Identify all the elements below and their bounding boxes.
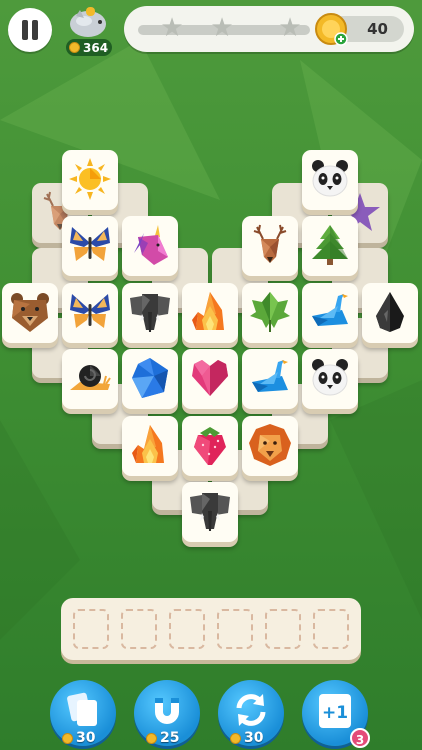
snail-icon [68, 356, 112, 400]
tile-bear[interactable] [2, 283, 58, 343]
strawberry-icon [188, 423, 232, 467]
flame-icon [188, 290, 232, 334]
star-icon: ★ [278, 13, 302, 43]
tile-flame[interactable] [182, 283, 238, 343]
coin-plus-icon[interactable] [314, 12, 348, 46]
tile-panda[interactable] [302, 349, 358, 409]
tile-panda[interactable] [302, 150, 358, 210]
heart-icon [188, 356, 232, 400]
level-progress-panel: ★ ★ ★ 40 [124, 6, 414, 52]
tile-deer[interactable] [242, 216, 298, 276]
flame-icon [128, 423, 172, 467]
tile-swan[interactable] [302, 283, 358, 343]
butterfly-icon [68, 290, 112, 334]
tile-butterfly[interactable] [62, 216, 118, 276]
shuffle-cards-button[interactable]: 30 [50, 680, 116, 746]
pine-tree-icon [308, 223, 352, 267]
piggy-coin-counter: 364 [66, 39, 112, 56]
magnet-icon [155, 698, 179, 724]
tile-swan[interactable] [242, 349, 298, 409]
coins-value: 40 [367, 20, 388, 38]
star-icon: ★ [210, 13, 234, 43]
svg-text:+1: +1 [322, 703, 348, 723]
plus-one-icon: +1 [319, 694, 351, 728]
tile-lion[interactable] [242, 416, 298, 476]
panda-icon [308, 356, 352, 400]
swan-icon [248, 356, 292, 400]
plus-one-button[interactable]: +1 3 [302, 680, 370, 748]
magnet-cost: 25 [160, 730, 180, 746]
tray-slot [169, 609, 205, 649]
drop-icon [368, 290, 412, 334]
tile-unicorn[interactable] [122, 216, 178, 276]
maple-leaf-icon [248, 290, 292, 334]
tray-slot [121, 609, 157, 649]
tile-maple-leaf[interactable] [242, 283, 298, 343]
swan-icon [308, 290, 352, 334]
tile-heart[interactable] [182, 349, 238, 409]
coin-icon [62, 732, 73, 744]
plus-one-count-badge: 3 [350, 728, 370, 748]
elephant-icon [188, 489, 232, 533]
cards-icon [67, 692, 97, 726]
lion-icon [248, 423, 292, 467]
butterfly-icon [68, 223, 112, 267]
piggy-coins-value: 364 [83, 40, 109, 55]
refresh-button[interactable]: 30 [218, 680, 284, 746]
coin-icon [146, 732, 157, 744]
coin-icon [230, 732, 241, 744]
deer-icon [248, 223, 292, 267]
tile-snail[interactable] [62, 349, 118, 409]
refresh-cost: 30 [244, 730, 264, 746]
bear-icon [8, 290, 52, 334]
tray-slot [73, 609, 109, 649]
refresh-icon [236, 694, 266, 726]
tile-flame[interactable] [122, 416, 178, 476]
gem-icon [128, 356, 172, 400]
tile-elephant[interactable] [122, 283, 178, 343]
elephant-icon [128, 290, 172, 334]
piggy-bank-icon[interactable] [64, 4, 112, 40]
tile-tray [61, 598, 361, 660]
tray-slot [217, 609, 253, 649]
unicorn-icon [128, 223, 172, 267]
tile-drop[interactable] [362, 283, 418, 343]
coin-icon [69, 42, 80, 53]
tile-elephant[interactable] [182, 482, 238, 542]
shuffle-cost: 30 [76, 730, 96, 746]
panda-icon [308, 157, 352, 201]
magnet-button[interactable]: 25 [134, 680, 200, 746]
tile-pine[interactable] [302, 216, 358, 276]
pause-button[interactable] [8, 8, 52, 52]
tile-strawberry[interactable] [182, 416, 238, 476]
star-icon: ★ [160, 13, 184, 43]
tray-slot [313, 609, 349, 649]
tile-gem[interactable] [122, 349, 178, 409]
tile-sun[interactable] [62, 150, 118, 210]
tray-slot [265, 609, 301, 649]
tile-butterfly[interactable] [62, 283, 118, 343]
sun-icon [68, 157, 112, 201]
